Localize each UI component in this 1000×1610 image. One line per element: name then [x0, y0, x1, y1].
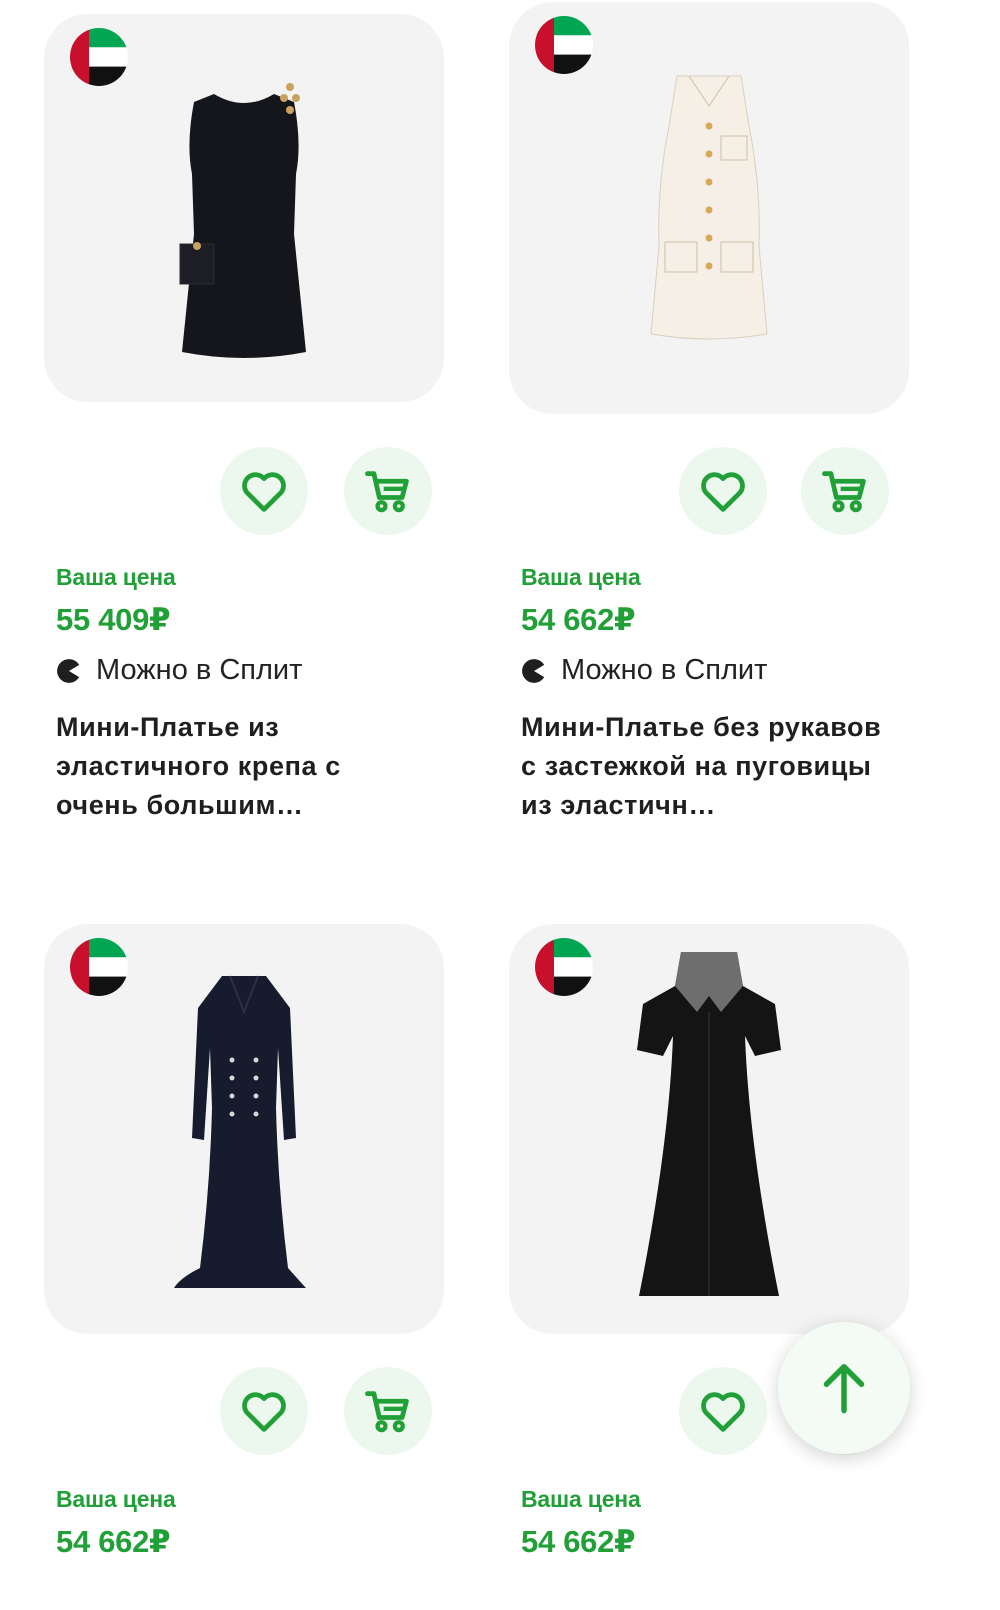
heart-icon	[242, 472, 286, 512]
product-card-1[interactable]: Ваша цена 55 409₽ Можно в Сплит Мини-Пла…	[44, 14, 444, 834]
favorite-button[interactable]	[679, 447, 767, 535]
price-label: Ваша цена	[56, 1486, 176, 1512]
split-icon	[57, 658, 82, 683]
uae-flag-icon	[70, 28, 128, 86]
product-card-3[interactable]: Ваша цена 54 662₽	[44, 924, 444, 1610]
add-to-cart-button[interactable]	[344, 1367, 432, 1455]
arrow-up-icon	[823, 1364, 865, 1414]
cart-icon	[365, 471, 409, 513]
split-icon	[522, 658, 547, 683]
cart-icon	[365, 1391, 409, 1433]
uae-flag-icon	[70, 938, 128, 996]
split-label: Можно в Сплит	[561, 654, 768, 686]
favorite-button[interactable]	[220, 1367, 308, 1455]
price-label: Ваша цена	[56, 564, 176, 590]
cart-icon	[822, 471, 866, 513]
price-value: 55 409₽	[56, 602, 171, 637]
product-title[interactable]: Мини-Платье из эластичного крепа с очень…	[56, 708, 426, 825]
product-image-box[interactable]	[509, 2, 909, 414]
scroll-to-top-button[interactable]	[778, 1322, 910, 1454]
price-value: 54 662₽	[521, 1524, 636, 1559]
price-value: 54 662₽	[521, 602, 636, 637]
price-label: Ваша цена	[521, 564, 641, 590]
split-label: Можно в Сплит	[96, 654, 303, 686]
price-label: Ваша цена	[521, 1486, 641, 1512]
heart-icon	[701, 472, 745, 512]
product-image-box[interactable]	[44, 924, 444, 1334]
heart-icon	[242, 1392, 286, 1432]
product-title[interactable]: Мини-Платье без рукавов с застежкой на п…	[521, 708, 891, 825]
add-to-cart-button[interactable]	[801, 447, 889, 535]
product-card-4[interactable]: Ваша цена 54 662₽	[509, 924, 909, 1610]
black-mini-dress-image	[179, 83, 306, 358]
product-image-box[interactable]	[509, 924, 909, 1334]
uae-flag-icon	[535, 16, 593, 74]
product-card-2[interactable]: Ваша цена 54 662₽ Можно в Сплит Мини-Пла…	[509, 2, 909, 832]
navy-long-dress-image	[174, 975, 306, 1288]
add-to-cart-button[interactable]	[344, 447, 432, 535]
split-payment-info: Можно в Сплит	[56, 654, 302, 687]
split-payment-info: Можно в Сплит	[521, 654, 767, 687]
white-sleeveless-dress-image	[650, 75, 768, 340]
favorite-button[interactable]	[220, 447, 308, 535]
favorite-button[interactable]	[679, 1367, 767, 1455]
product-image-box[interactable]	[44, 14, 444, 402]
price-value: 54 662₽	[56, 1524, 171, 1559]
uae-flag-icon	[535, 938, 593, 996]
black-maxi-dress-image	[637, 952, 781, 1296]
heart-icon	[701, 1392, 745, 1432]
